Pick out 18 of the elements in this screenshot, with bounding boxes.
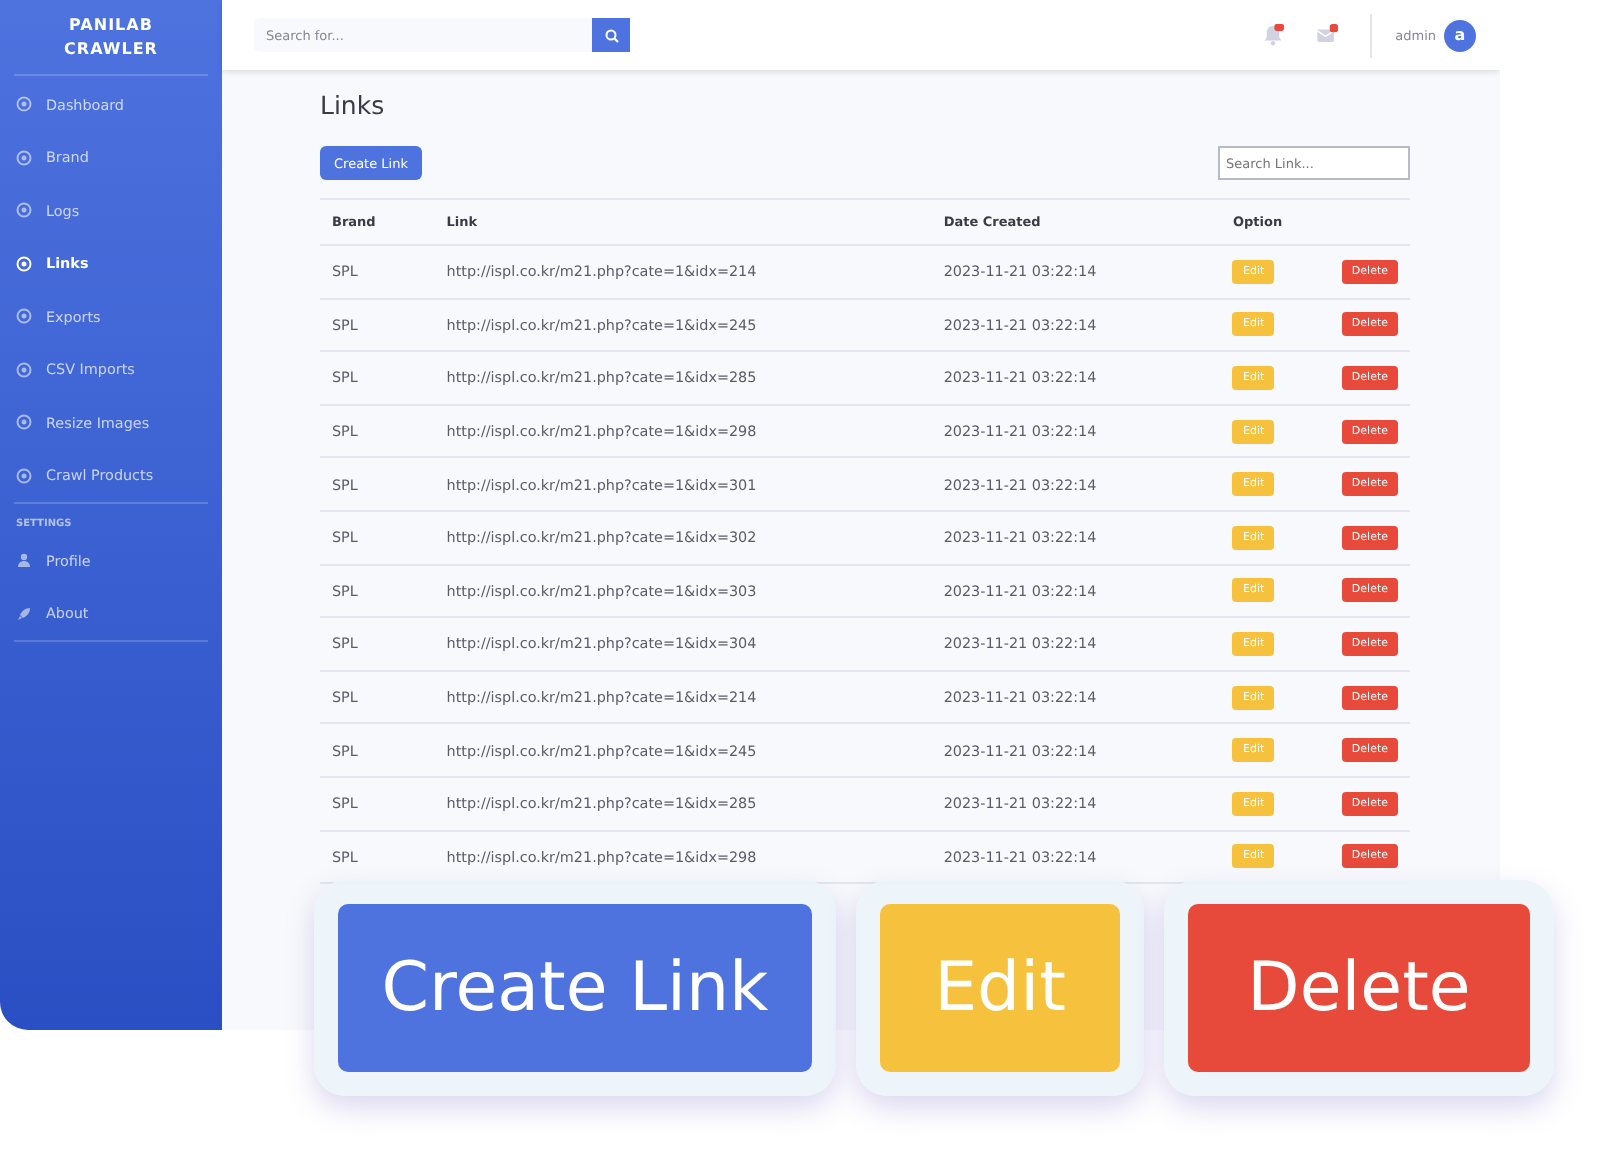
search-icon xyxy=(603,27,619,43)
page-title: Links xyxy=(320,90,387,120)
circle-icon xyxy=(16,96,32,113)
circle-icon xyxy=(16,308,32,325)
mail-icon[interactable] xyxy=(1315,24,1338,46)
circle-icon xyxy=(16,255,32,272)
bell-icon[interactable] xyxy=(1261,24,1284,46)
circle-icon xyxy=(16,149,32,166)
user-icon xyxy=(16,552,32,569)
user-avatar[interactable]: a xyxy=(1444,19,1476,51)
circle-icon xyxy=(16,361,32,378)
delete-button[interactable]: Delete xyxy=(1188,904,1530,1072)
circle-icon xyxy=(16,414,32,431)
app-logo-text: PANILAB CRAWLER xyxy=(14,0,208,76)
create-link-button[interactable]: Create Link xyxy=(338,904,812,1072)
circle-icon xyxy=(16,467,32,484)
search-button[interactable] xyxy=(592,18,630,52)
circle-icon xyxy=(16,202,32,219)
